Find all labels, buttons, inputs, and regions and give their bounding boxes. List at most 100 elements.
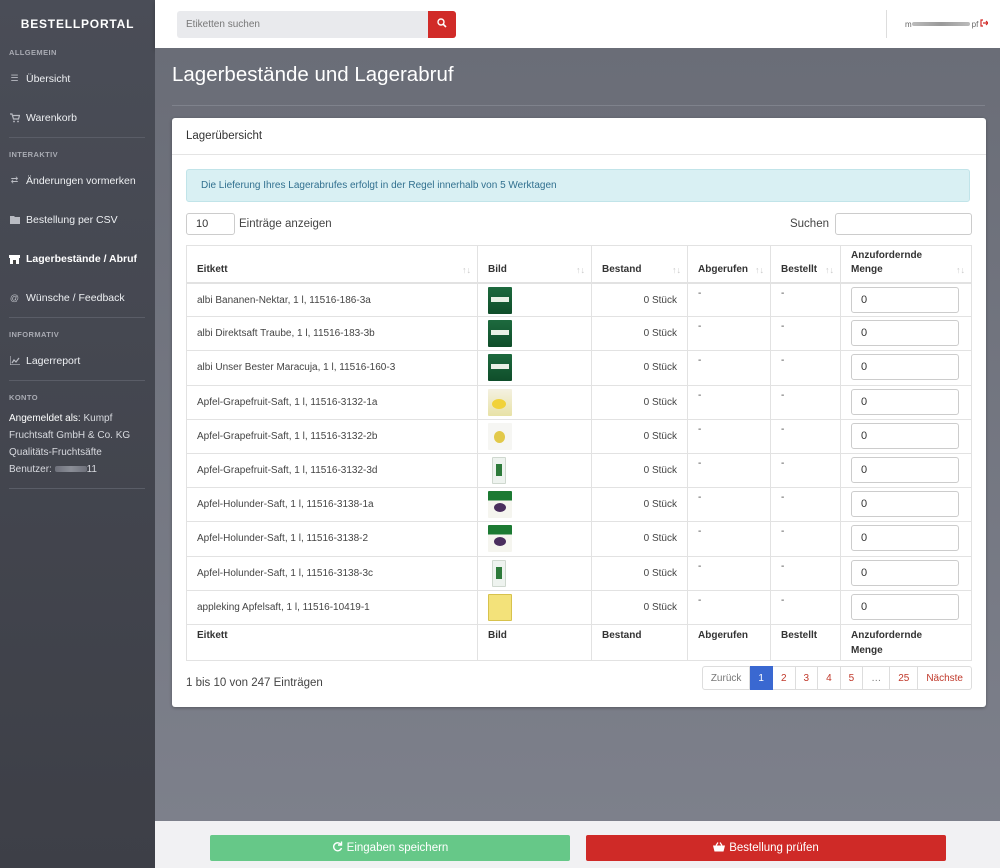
check-order-button[interactable]: Bestellung prüfen	[586, 835, 946, 861]
product-label-image[interactable]	[492, 559, 506, 587]
cell-eitkett: Apfel-Holunder-Saft, 1 l, 11516-3138-3c	[186, 555, 478, 591]
sidebar-item-label: Bestellung per CSV	[26, 213, 118, 226]
sidebar-item-aenderungen[interactable]: ⇄ Änderungen vormerken	[0, 161, 155, 200]
sidebar-item-lagerreport[interactable]: Lagerreport	[0, 341, 155, 380]
logout-icon[interactable]	[980, 19, 990, 29]
section-allgemein: ALLGEMEIN	[9, 48, 57, 57]
col-header-menge[interactable]: Anzufordernde Menge ↑↓	[840, 245, 972, 283]
pagination-page-5[interactable]: 5	[840, 666, 864, 690]
sidebar-item-label: Lagerreport	[26, 354, 81, 367]
pagination: Zurück 1 2 3 4 5 … 25 Nächste	[701, 666, 972, 690]
cell-bestand: 0 Stück	[591, 350, 688, 386]
inventory-panel: Lagerübersicht Die Lieferung Ihres Lager…	[172, 118, 986, 707]
pagination-next[interactable]: Nächste	[918, 666, 972, 690]
quantity-input[interactable]: 0	[851, 388, 959, 415]
pagination-prev[interactable]: Zurück	[701, 666, 751, 690]
cell-bild	[477, 418, 592, 454]
table-row: Apfel-Grapefruit-Saft, 1 l, 11516-3132-1…	[186, 384, 972, 420]
cell-bild	[477, 521, 592, 557]
product-label-image[interactable]	[488, 286, 512, 314]
quantity-input[interactable]: 0	[851, 525, 959, 552]
cell-bestellt: -	[770, 281, 841, 318]
cell-eitkett: Apfel-Grapefruit-Saft, 1 l, 11516-3132-1…	[186, 384, 478, 420]
table-row: Apfel-Grapefruit-Saft, 1 l, 11516-3132-3…	[186, 452, 972, 489]
at-icon: @	[9, 292, 20, 303]
col-footer-eitkett: Eitkett	[186, 623, 478, 661]
user-menu[interactable]: m pf	[886, 10, 1000, 38]
cell-bestand: 0 Stück	[591, 384, 688, 420]
cell-bild	[477, 316, 592, 352]
pagination-page-25[interactable]: 25	[890, 666, 919, 690]
basket-icon	[713, 841, 726, 855]
product-label-image[interactable]	[488, 388, 512, 416]
cell-abgerufen: -	[687, 281, 771, 318]
main-content: Lagerbestände und Lagerabruf Lagerübersi…	[155, 48, 1000, 821]
table-search-input[interactable]	[835, 213, 972, 235]
col-footer-bestand: Bestand	[591, 623, 688, 661]
cell-menge: 0	[840, 316, 972, 352]
product-label-image[interactable]	[488, 593, 512, 621]
col-header-bild[interactable]: Bild ↑↓	[477, 245, 592, 283]
pagination-page-4[interactable]: 4	[818, 666, 841, 690]
col-footer-menge: Anzufordernde Menge	[840, 623, 972, 661]
cell-abgerufen: -	[687, 350, 771, 386]
col-header-eitkett[interactable]: Eitkett ↑↓	[186, 245, 478, 283]
quantity-input[interactable]: 0	[851, 422, 959, 449]
quantity-input[interactable]: 0	[851, 354, 959, 381]
product-label-image[interactable]	[488, 491, 512, 519]
quantity-input[interactable]: 0	[851, 320, 959, 347]
sidebar-item-uebersicht[interactable]: ☰ Übersicht	[0, 59, 155, 98]
product-label-image[interactable]	[488, 422, 512, 450]
brand-logo[interactable]: BESTELLPORTAL	[0, 0, 155, 48]
sidebar-item-warenkorb[interactable]: Warenkorb	[0, 98, 155, 137]
cell-bestand: 0 Stück	[591, 281, 688, 318]
quantity-input[interactable]: 0	[851, 559, 959, 586]
cell-bild	[477, 452, 592, 489]
cart-icon	[9, 112, 20, 123]
pagination-page-2[interactable]: 2	[772, 666, 796, 690]
cell-bestellt: -	[770, 316, 841, 352]
divider	[172, 105, 985, 106]
cell-bild	[477, 589, 592, 625]
product-label-image[interactable]	[488, 320, 512, 348]
quantity-input[interactable]: 0	[851, 456, 959, 483]
quantity-input[interactable]: 0	[851, 286, 959, 313]
sidebar-item-label: Übersicht	[26, 72, 71, 85]
table-search-label: Suchen	[789, 218, 829, 230]
cell-eitkett: albi Direktsaft Traube, 1 l, 11516-183-3…	[186, 316, 478, 352]
search-button[interactable]	[428, 11, 456, 38]
account-company: Fruchtsaft GmbH & Co. KG	[9, 430, 131, 441]
product-label-image[interactable]	[488, 525, 512, 553]
entries-length-select[interactable]: 10	[186, 213, 235, 235]
sort-icon: ↑↓	[462, 264, 471, 275]
table-row: Apfel-Grapefruit-Saft, 1 l, 11516-3132-2…	[186, 418, 972, 454]
save-button[interactable]: Eingaben speichern	[210, 835, 570, 861]
panel-title: Lagerübersicht	[172, 118, 986, 155]
col-header-abgerufen[interactable]: Abgerufen ↑↓	[687, 245, 771, 283]
col-header-bestand[interactable]: Bestand ↑↓	[591, 245, 688, 283]
sidebar-item-csv[interactable]: Bestellung per CSV	[0, 200, 155, 239]
account-user-redacted	[54, 466, 87, 473]
sidebar-item-wuensche[interactable]: @ Wünsche / Feedback	[0, 278, 155, 317]
cell-menge: 0	[840, 452, 972, 489]
col-header-bestellt[interactable]: Bestellt ↑↓	[770, 245, 841, 283]
cell-bestellt: -	[770, 521, 841, 557]
sort-icon: ↑↓	[755, 264, 764, 275]
sidebar-item-lager[interactable]: Lagerbestände / Abruf	[0, 239, 155, 278]
product-label-image[interactable]	[488, 354, 512, 382]
section-informativ: INFORMATIV	[9, 330, 60, 339]
quantity-input[interactable]: 0	[851, 491, 959, 518]
quantity-input[interactable]: 0	[851, 593, 959, 620]
cell-bestellt: -	[770, 418, 841, 454]
pagination-page-1[interactable]: 1	[750, 666, 773, 690]
pagination-page-3[interactable]: 3	[795, 666, 819, 690]
cell-menge: 0	[840, 350, 972, 386]
cell-bestellt: -	[770, 555, 841, 591]
search-input[interactable]	[177, 11, 428, 38]
cell-eitkett: Apfel-Grapefruit-Saft, 1 l, 11516-3132-3…	[186, 452, 478, 489]
cell-abgerufen: -	[687, 452, 771, 489]
cell-abgerufen: -	[687, 316, 771, 352]
cell-menge: 0	[840, 521, 972, 557]
inventory-table: Eitkett ↑↓ Bild ↑↓ Bestand ↑↓ Abgerufen ↑↓ B…	[186, 245, 972, 661]
product-label-image[interactable]	[492, 456, 506, 484]
